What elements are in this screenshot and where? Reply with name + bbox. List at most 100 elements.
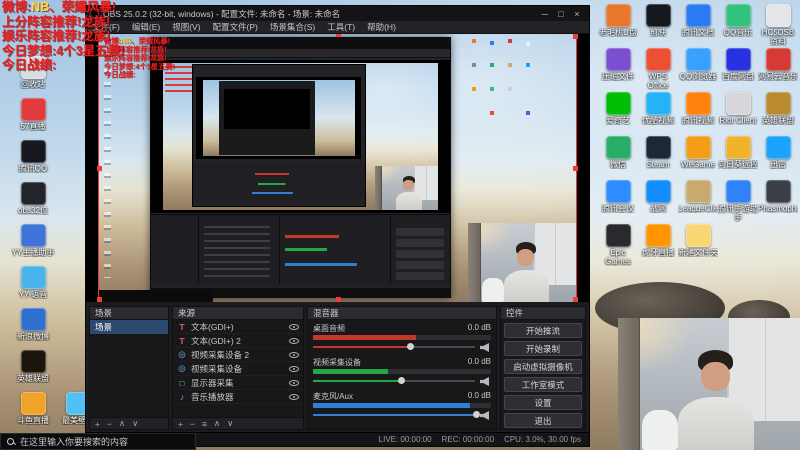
desktop-icon[interactable]: 新浪微博 — [4, 308, 62, 350]
visibility-eye-icon[interactable] — [289, 351, 299, 358]
speaker-icon[interactable] — [480, 377, 489, 386]
dock-toolbar-icon[interactable]: − — [107, 419, 112, 429]
desktop-icon[interactable]: 向日葵远控 — [718, 136, 758, 180]
desktop-icon-image — [645, 180, 671, 203]
desktop-icon[interactable]: WPS Office — [638, 48, 678, 92]
volume-slider[interactable] — [313, 410, 491, 421]
desktop-icon-label: 57直播 — [20, 122, 46, 131]
source-row[interactable]: □ 显示器采集 — [173, 376, 303, 390]
close-button[interactable]: × — [569, 9, 585, 19]
control-button[interactable]: 开始录制 — [504, 341, 582, 356]
desktop-icon[interactable]: Phasmophobia — [758, 180, 798, 224]
desktop-icon[interactable]: 迅雷 — [758, 136, 798, 180]
control-button[interactable]: 启动虚拟摄像机 — [504, 359, 582, 374]
desktop-icon[interactable]: obs32位 — [4, 182, 62, 224]
desktop-icon[interactable]: 剪映 — [638, 4, 678, 48]
desktop-icon[interactable]: HC5DSB资料 — [758, 4, 798, 48]
desktop-icon[interactable]: 新建文件夹 — [678, 224, 718, 268]
selection-handle[interactable] — [335, 297, 341, 302]
desktop-icon[interactable]: Steam — [638, 136, 678, 180]
visibility-eye-icon[interactable] — [289, 393, 299, 400]
source-row[interactable]: T 文本(GDI+) 2 — [173, 334, 303, 348]
desktop-icon[interactable]: 百度网盘 — [718, 48, 758, 92]
menu-item[interactable]: 视图(V) — [166, 21, 206, 33]
desktop-icon[interactable]: WeGame — [678, 136, 718, 180]
desktop-icon[interactable]: Epic Games — [598, 224, 638, 268]
desktop-icon-label: 爱奇艺 — [606, 116, 630, 125]
cam-door — [374, 165, 383, 210]
selection-handle[interactable] — [573, 166, 578, 171]
desktop-icon[interactable]: YY-语音 — [4, 266, 62, 308]
menu-item[interactable]: 场景集合(S) — [264, 21, 321, 33]
control-button[interactable]: 设置 — [504, 395, 582, 410]
desktop-icon[interactable]: QQ音乐 — [718, 4, 758, 48]
desktop-icon[interactable]: 英雄联盟 — [4, 350, 62, 392]
desktop-icon-image — [725, 48, 751, 71]
dock-toolbar-icon[interactable]: ≡ — [202, 419, 207, 429]
visibility-eye-icon[interactable] — [289, 323, 299, 330]
channel-db-value: 0.0 dB — [467, 391, 491, 400]
scenes-toolbar: + − ∧ ∨ — [90, 417, 168, 429]
menu-item[interactable]: 配置文件(P) — [207, 21, 264, 33]
desktop-icon[interactable]: 腾讯QQ — [4, 140, 62, 182]
dock-toolbar-icon[interactable]: + — [178, 419, 183, 429]
controls-dock: 控件 开始推流 开始录制 启动虚拟摄像机 工作室模式 设置 退出 — [500, 306, 586, 430]
scene-list-item[interactable]: 场景 — [90, 320, 168, 334]
selection-handle[interactable] — [573, 34, 578, 39]
control-button[interactable]: 工作室模式 — [504, 377, 582, 392]
minimize-button[interactable]: ─ — [537, 9, 553, 19]
control-button[interactable]: 开始推流 — [504, 323, 582, 338]
source-row[interactable]: ◎ 视频采集设备 — [173, 362, 303, 376]
desktop-icon[interactable]: 腾讯手游助手 — [718, 180, 758, 224]
volume-slider[interactable] — [313, 376, 491, 387]
source-row[interactable]: ♪ 音乐播放器 — [173, 390, 303, 404]
selection-handle[interactable] — [335, 34, 341, 37]
desktop-icon[interactable]: LeagueClient — [678, 180, 718, 224]
visibility-eye-icon[interactable] — [289, 337, 299, 344]
control-button[interactable]: 退出 — [504, 413, 582, 428]
selection-handle[interactable] — [573, 297, 578, 302]
speaker-icon[interactable] — [480, 411, 489, 420]
speaker-icon[interactable] — [480, 343, 489, 352]
desktop-icon[interactable]: 老毛桃U盘 — [598, 4, 638, 48]
desktop-icon[interactable]: YY主播助手 — [4, 224, 62, 266]
obs-preview[interactable]: 微博:NB、荣耀风暴! 上分阵容推荐!龙族! 娱乐阵容推荐!龙族! 今日梦想:4… — [86, 34, 589, 302]
selection-handle[interactable] — [97, 166, 102, 171]
desktop-icon[interactable]: 网易云音乐 — [758, 48, 798, 92]
menu-item[interactable]: 工具(T) — [321, 21, 361, 33]
desktop-icon[interactable]: 腾讯视频 — [678, 92, 718, 136]
desktop-icon[interactable]: QQ浏览器 — [678, 48, 718, 92]
dock-toolbar-icon[interactable]: ∨ — [132, 418, 138, 429]
visibility-eye-icon[interactable] — [289, 365, 299, 372]
dock-toolbar-icon[interactable]: + — [95, 419, 100, 429]
volume-slider[interactable] — [313, 342, 491, 353]
desktop-icon[interactable]: 压缩文件 — [598, 48, 638, 92]
maximize-button[interactable]: □ — [553, 9, 569, 19]
desktop-icon[interactable]: 优酷视频 — [638, 92, 678, 136]
visibility-eye-icon[interactable] — [289, 379, 299, 386]
taskbar-search-input[interactable]: 在这里输入你要搜索的内容 — [0, 433, 196, 450]
desktop-icon[interactable]: 虎牙直播 — [638, 224, 678, 268]
source-row[interactable]: T 文本(GDI+) — [173, 320, 303, 334]
desktop-icon-label: 回收站 — [21, 80, 45, 89]
desktop-icon[interactable]: Riot Client — [718, 92, 758, 136]
dock-separator — [279, 217, 281, 285]
dock-toolbar-icon[interactable]: ∧ — [214, 418, 220, 429]
person-face — [403, 180, 414, 190]
desktop-icon[interactable]: 战网 — [638, 180, 678, 224]
cpu-usage: CPU: 3.0%, 30.00 fps — [504, 435, 581, 444]
desktop-icon[interactable]: 微信 — [598, 136, 638, 180]
desktop-icon[interactable]: 爱奇艺 — [598, 92, 638, 136]
dock-toolbar-icon[interactable]: − — [190, 419, 195, 429]
dock-toolbar-icon[interactable]: ∨ — [227, 418, 233, 429]
source-row[interactable]: ◎ 视频采集设备 2 — [173, 348, 303, 362]
captured-obs-window-level2 — [191, 64, 366, 207]
menu-item[interactable]: 帮助(H) — [361, 21, 402, 33]
mixer-dock: 混音器 桌面音频 0.0 dB 视频采集设备 0.0 dB 麦克风/Aux 0.… — [307, 306, 497, 430]
desktop-icon[interactable]: 英雄联盟 — [758, 92, 798, 136]
desktop-icon[interactable]: 腾讯文档 — [678, 4, 718, 48]
desktop-icon[interactable]: 腾讯会议 — [598, 180, 638, 224]
desktop-icon[interactable]: 57直播 — [4, 98, 62, 140]
selection-handle[interactable] — [97, 297, 102, 302]
dock-toolbar-icon[interactable]: ∧ — [119, 418, 125, 429]
